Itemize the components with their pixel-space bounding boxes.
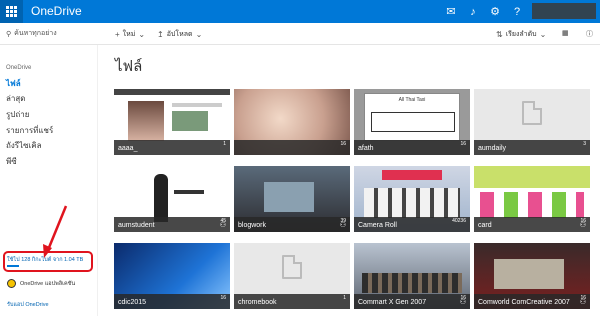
shared-icon: ⚇ — [459, 299, 466, 306]
folder-tile[interactable]: chromebook 1 — [234, 243, 350, 309]
folder-item-count: 16 — [460, 141, 466, 147]
folder-name: Comworld ComCreative 2007 — [478, 299, 570, 306]
folder-tile[interactable]: card 16 ⚇ — [474, 166, 590, 232]
folder-tile[interactable]: 16 — [234, 89, 350, 155]
folder-name: cdic2015 — [118, 299, 147, 306]
folder-item-count: 3 — [583, 141, 586, 147]
folder-name: blogwork — [238, 222, 267, 229]
folder-item-count: 40236 — [452, 218, 466, 224]
folder-tile[interactable]: aumdaily 3 — [474, 89, 590, 155]
folder-item-count: 1 — [343, 295, 346, 301]
folder-name: afath — [358, 145, 374, 152]
folder-name: Commart X Gen 2007 — [358, 299, 427, 306]
shared-icon: ⚇ — [339, 222, 346, 229]
folder-tile[interactable]: aumstudent 45 ⚇ — [114, 166, 230, 232]
folder-tile[interactable]: Commart X Gen 2007 16 ⚇ — [354, 243, 470, 309]
folder-tile[interactable]: cdic2015 16 — [114, 243, 230, 309]
folder-name: aaaa_ — [118, 145, 138, 152]
folder-tile[interactable]: Camera Roll 40236 — [354, 166, 470, 232]
page-title: ไฟล์ — [115, 58, 143, 75]
folder-item-count: 1 — [223, 141, 226, 147]
folder-caption-bar — [234, 140, 350, 155]
folder-tile[interactable]: All Thai Taxi afath 16 — [354, 89, 470, 155]
folder-tile[interactable]: blogwork 39 ⚇ — [234, 166, 350, 232]
folder-name: chromebook — [238, 299, 277, 306]
folder-name: Camera Roll — [358, 222, 397, 229]
shared-icon: ⚇ — [579, 299, 586, 306]
folder-item-count: 16 — [220, 295, 226, 301]
shared-icon: ⚇ — [579, 222, 586, 229]
folder-tile[interactable]: aaaa_ 1 — [114, 89, 230, 155]
folder-name: card — [478, 222, 492, 229]
folder-name: aumdaily — [478, 145, 507, 152]
folder-item-count: 16 — [340, 141, 346, 147]
folder-name: aumstudent — [118, 222, 155, 229]
folder-tile[interactable]: Comworld ComCreative 2007 16 ⚇ — [474, 243, 590, 309]
shared-icon: ⚇ — [219, 222, 226, 229]
